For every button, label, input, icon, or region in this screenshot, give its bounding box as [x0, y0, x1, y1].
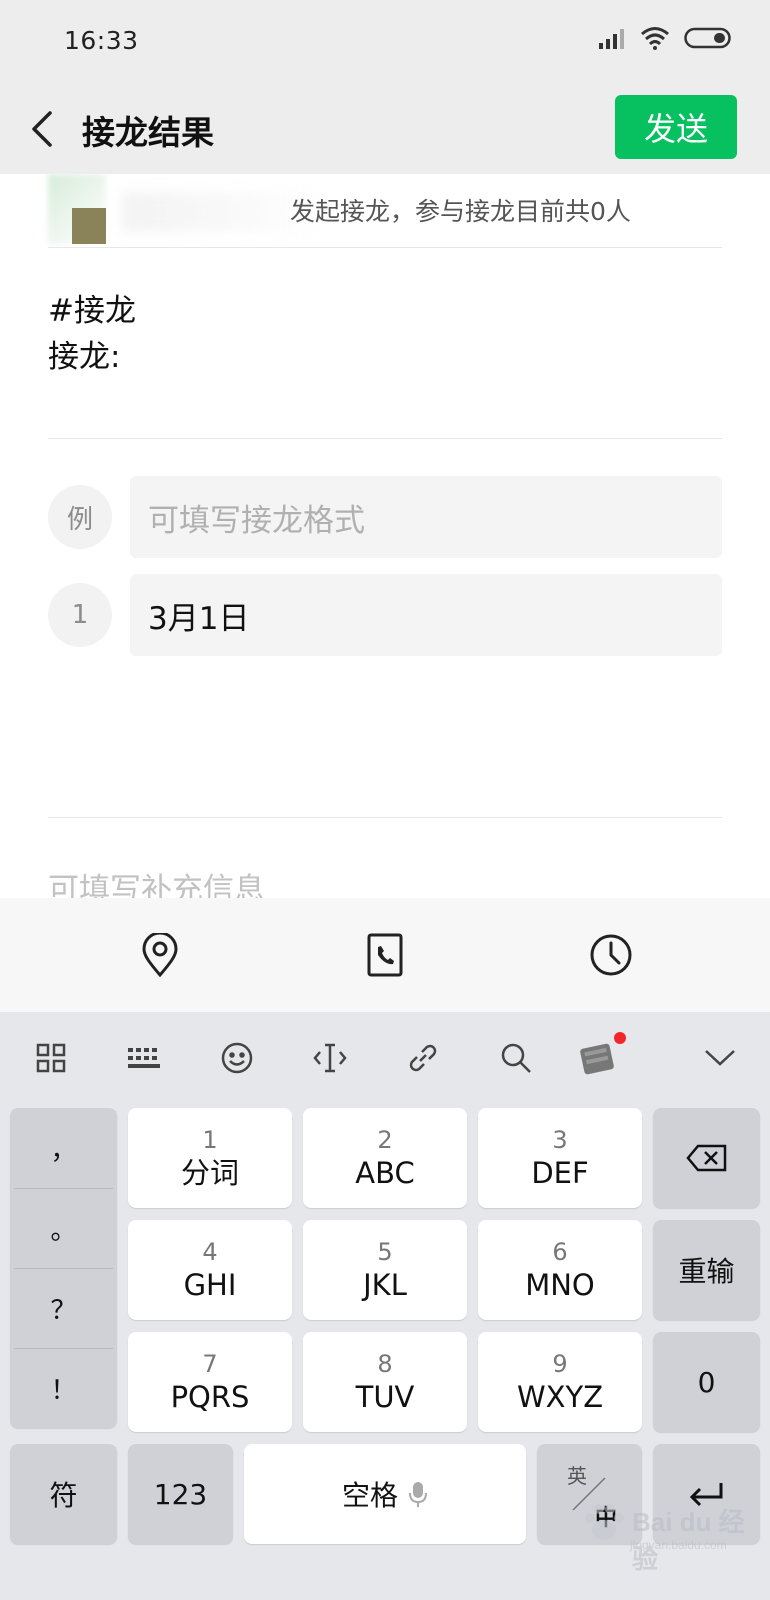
- key-number: 6: [552, 1238, 568, 1266]
- key-letters: 分词: [180, 1156, 239, 1190]
- status-time: 16:33: [64, 26, 139, 55]
- post-text: #接龙 接龙:: [48, 288, 136, 380]
- status-icons: [598, 26, 732, 54]
- grid-icon[interactable]: [31, 1038, 71, 1078]
- key-8[interactable]: 8 TUV: [303, 1332, 467, 1432]
- punct-exclaim-key[interactable]: ！: [10, 1348, 117, 1428]
- entry-row-1: 1 3月1日: [48, 574, 722, 656]
- punct-period-key[interactable]: 。: [10, 1188, 117, 1268]
- enter-icon: [689, 1483, 722, 1507]
- key-letters: MNO: [525, 1268, 595, 1302]
- key-5[interactable]: 5 JKL: [303, 1220, 467, 1320]
- zero-label: 0: [697, 1365, 716, 1399]
- key-number: 9: [552, 1350, 568, 1378]
- key-letters: JKL: [363, 1268, 407, 1302]
- key-letters: ABC: [355, 1156, 415, 1190]
- link-icon[interactable]: [403, 1038, 443, 1078]
- page-title: 接龙结果: [82, 113, 214, 152]
- post-line-hashtag: #接龙: [48, 293, 136, 329]
- backspace-key[interactable]: [653, 1108, 760, 1208]
- key-number: 4: [202, 1238, 218, 1266]
- keyboard-toolbar: [0, 1012, 770, 1104]
- key-number: 5: [377, 1238, 393, 1266]
- space-label: 空格: [341, 1479, 398, 1512]
- space-key[interactable]: 空格: [244, 1444, 526, 1544]
- wifi-icon: [640, 26, 670, 54]
- key-9[interactable]: 9 WXYZ: [478, 1332, 642, 1432]
- search-icon[interactable]: [496, 1038, 536, 1078]
- key-letters: PQRS: [170, 1380, 250, 1414]
- entry-format-input[interactable]: 可填写接龙格式: [130, 476, 722, 558]
- keyboard: ， 。 ？ ！ 1 分词 2 ABC 3 DEF 4 GHI 5 JKL 6 M…: [0, 1012, 770, 1600]
- attachment-toolbar: [0, 898, 770, 1012]
- key-letters: DEF: [531, 1156, 589, 1190]
- chain-summary: 发起接龙，参与接龙目前共0人: [290, 197, 631, 226]
- divider: [48, 438, 722, 439]
- entry-row-example: 例 可填写接龙格式: [48, 476, 722, 558]
- reinput-key[interactable]: 重输: [653, 1220, 760, 1320]
- enter-key[interactable]: [653, 1444, 760, 1544]
- collapse-icon[interactable]: [700, 1038, 740, 1078]
- chevron-left-icon: [32, 111, 52, 147]
- key-letters: WXYZ: [516, 1380, 604, 1414]
- key-number: 2: [377, 1126, 393, 1154]
- chain-header: 发起接龙，参与接龙目前共0人: [48, 174, 722, 248]
- key-1[interactable]: 1 分词: [128, 1108, 292, 1208]
- punct-question-key[interactable]: ？: [10, 1268, 117, 1348]
- symbol-key[interactable]: 符: [10, 1444, 117, 1544]
- cursor-icon[interactable]: [310, 1038, 350, 1078]
- clock-icon[interactable]: [588, 932, 634, 978]
- key-4[interactable]: 4 GHI: [128, 1220, 292, 1320]
- entry-index: 例: [48, 485, 112, 549]
- notification-dot: [614, 1032, 626, 1044]
- post-line-label: 接龙:: [48, 339, 121, 375]
- lang-chinese-label: 中: [595, 1506, 618, 1531]
- key-number: 7: [202, 1350, 218, 1378]
- key-number: 3: [552, 1126, 568, 1154]
- key-3[interactable]: 3 DEF: [478, 1108, 642, 1208]
- signal-icon: [598, 27, 626, 53]
- send-button[interactable]: 发送: [615, 95, 737, 159]
- microphone-icon: [409, 1482, 427, 1507]
- keyboard-icon[interactable]: [124, 1038, 164, 1078]
- title-bar: 接龙结果 发送: [0, 84, 770, 174]
- emoji-icon[interactable]: [217, 1038, 257, 1078]
- entry-input[interactable]: 3月1日: [130, 574, 722, 656]
- battery-icon: [684, 26, 732, 54]
- punctuation-column: ， 。 ？ ！: [10, 1108, 117, 1428]
- divider: [48, 817, 722, 818]
- symbol-label: 符: [49, 1479, 78, 1512]
- language-switch-key[interactable]: 英 中: [537, 1444, 642, 1544]
- extra-info-input[interactable]: 可填写补充信息: [48, 864, 265, 898]
- skin-icon[interactable]: [578, 1032, 626, 1078]
- reinput-label: 重输: [678, 1255, 735, 1288]
- number-mode-key[interactable]: 123: [128, 1444, 233, 1544]
- key-7[interactable]: 7 PQRS: [128, 1332, 292, 1432]
- key-letters: GHI: [183, 1268, 237, 1302]
- key-number: 1: [202, 1126, 218, 1154]
- chain-content: 发起接龙，参与接龙目前共0人 #接龙 接龙: 例 可填写接龙格式 1 3月1日 …: [0, 174, 770, 898]
- entry-index: 1: [48, 583, 112, 647]
- phone-icon[interactable]: [362, 932, 408, 978]
- back-button[interactable]: [22, 102, 62, 156]
- punct-comma-key[interactable]: ，: [10, 1108, 117, 1188]
- status-bar: 16:33: [0, 0, 770, 84]
- key-letters: TUV: [355, 1380, 415, 1414]
- location-icon[interactable]: [137, 932, 183, 978]
- avatar-image: [72, 208, 106, 244]
- number-mode-label: 123: [153, 1477, 208, 1511]
- backspace-icon: [685, 1144, 726, 1172]
- key-6[interactable]: 6 MNO: [478, 1220, 642, 1320]
- key-number: 8: [377, 1350, 393, 1378]
- key-0[interactable]: 0: [653, 1332, 760, 1432]
- key-2[interactable]: 2 ABC: [303, 1108, 467, 1208]
